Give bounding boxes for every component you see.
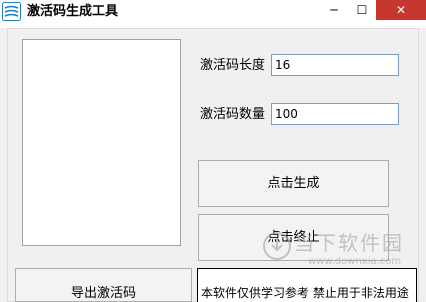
code-length-input[interactable]: 16 — [271, 54, 399, 76]
app-logo-icon — [2, 2, 21, 21]
app-window: 激活码生成工具 ─ ☐ ✕ 激活码长度 16 激活码数量 100 点击生成 点击… — [0, 0, 426, 302]
activation-code-list[interactable] — [22, 39, 181, 246]
code-count-input[interactable]: 100 — [271, 103, 399, 125]
minimize-button[interactable]: ─ — [320, 0, 348, 20]
maximize-button[interactable]: ☐ — [348, 0, 376, 20]
title-bar[interactable]: 激活码生成工具 ─ ☐ ✕ — [0, 0, 426, 28]
generate-button[interactable]: 点击生成 — [198, 160, 389, 207]
window-title: 激活码生成工具 — [27, 4, 119, 19]
code-length-label: 激活码长度 — [200, 58, 266, 73]
export-codes-button[interactable]: 导出激活码 — [15, 268, 192, 302]
stop-button[interactable]: 点击终止 — [198, 214, 389, 261]
code-count-label: 激活码数量 — [200, 107, 266, 122]
close-button[interactable]: ✕ — [376, 0, 426, 20]
disclaimer-notice: 本软件仅供学习参考 禁止用于非法用途 — [197, 268, 417, 302]
